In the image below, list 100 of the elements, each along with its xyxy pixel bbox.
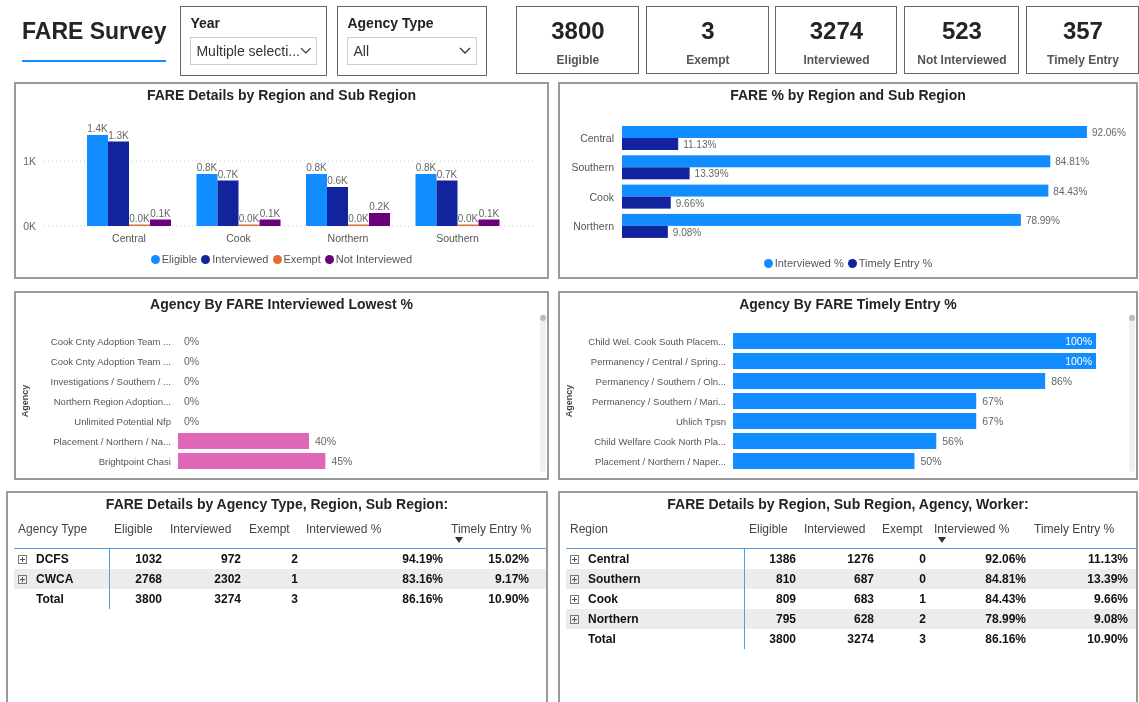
category-label: Permanency / Southern / Mari... xyxy=(591,396,726,407)
table-cell-text: 3 xyxy=(919,631,926,648)
table-cell-text: 78.99% xyxy=(985,611,1026,628)
category-label: Permanency / Central / Spring... xyxy=(590,356,726,367)
slicer-label: Year xyxy=(190,14,222,32)
data-label: 0.0K xyxy=(238,212,260,224)
data-label: 0% xyxy=(184,335,200,347)
legend-label: Exempt xyxy=(283,252,321,267)
data-label: 0.2K xyxy=(369,201,390,212)
column-header[interactable]: Timely Entry % xyxy=(1030,520,1132,548)
bar xyxy=(306,174,327,226)
dropdown[interactable]: Multiple selecti... xyxy=(190,37,318,65)
column-header[interactable]: Eligible xyxy=(110,520,166,548)
column-header[interactable]: Exempt xyxy=(878,520,930,548)
table-cell-text: 9.17% xyxy=(494,571,529,588)
table-cell-text: 2 xyxy=(291,551,298,568)
table-cell-text: 94.19% xyxy=(402,551,443,568)
table-row[interactable]: Northern 795 628 2 78.99% 9.08% xyxy=(566,609,1136,629)
table-cell-text: 3274 xyxy=(214,591,241,608)
table-cell-text: 84.81% xyxy=(985,571,1026,588)
legend-label: Timely Entry % xyxy=(858,256,933,271)
column-header[interactable]: Region xyxy=(566,520,745,548)
data-label: 0.0K xyxy=(457,212,479,224)
scrollbar[interactable] xyxy=(1128,314,1136,472)
expand-icon[interactable] xyxy=(570,614,579,624)
table-cell-text: 1386 xyxy=(769,551,796,568)
data-label: 78.99% xyxy=(1025,214,1060,226)
chevron-down-icon xyxy=(299,47,312,55)
expand-icon[interactable] xyxy=(570,574,579,584)
table-cell-text: 810 xyxy=(775,571,796,588)
table-cell-text: Total xyxy=(588,631,616,648)
column-header[interactable]: Interviewed xyxy=(166,520,245,548)
data-label: 0% xyxy=(184,415,200,427)
chart-title: FARE Details by Region, Sub Region, Agency, Worker: xyxy=(666,495,1030,514)
data-label: 100% xyxy=(1065,355,1092,367)
category-label: Child Welfare Cook North Pla... xyxy=(594,436,726,447)
table-cell-text: Cook xyxy=(588,591,618,608)
expand-icon[interactable] xyxy=(18,574,27,584)
table-row[interactable]: Southern 810 687 0 84.81% 13.39% xyxy=(566,569,1136,589)
y-tick-label: 0K xyxy=(23,220,36,232)
table-cell-text: 83.16% xyxy=(402,571,443,588)
legend-label: Eligible xyxy=(161,252,198,267)
expand-icon[interactable] xyxy=(18,554,27,564)
column-header[interactable]: Exempt xyxy=(245,520,302,548)
table-cell-text: 10.90% xyxy=(488,591,529,608)
category-label: Cook xyxy=(589,190,614,203)
chart-title: FARE Details by Agency Type, Region, Sub Region: xyxy=(104,495,450,514)
category-label: Uhlich Tpsn xyxy=(676,416,726,427)
data-label: 9.08% xyxy=(672,226,702,238)
data-label: 0.8K xyxy=(415,162,437,173)
table-cell-text: DCFS xyxy=(36,551,69,568)
table-cell-text: 972 xyxy=(220,551,241,568)
table-row[interactable]: CWCA 2768 2302 1 83.16% 9.17% xyxy=(14,569,546,589)
dropdown[interactable]: All xyxy=(347,37,478,65)
table-cell-text: 84.43% xyxy=(985,591,1026,608)
bar xyxy=(196,174,218,226)
category-label: Northern xyxy=(327,232,369,244)
bar xyxy=(415,174,437,226)
table-cell-text: 795 xyxy=(775,611,796,628)
column-header[interactable]: Interviewed xyxy=(800,520,878,548)
data-label: 0.7K xyxy=(436,168,458,180)
kpi-label: Not Interviewed xyxy=(917,52,1007,69)
y-tick-label: 1K xyxy=(23,155,36,167)
chart-title: Agency By FARE Timely Entry % xyxy=(738,295,958,314)
data-label: 40% xyxy=(315,435,336,447)
column-header[interactable]: Interviewed % xyxy=(930,520,1030,548)
chevron-down-icon xyxy=(459,47,472,55)
table-cell-text: 0 xyxy=(919,571,926,588)
data-label: 0.1K xyxy=(478,207,500,219)
data-label: 1.3K xyxy=(108,129,129,141)
table-cell-text: 11.13% xyxy=(1087,551,1128,568)
data-label: 0% xyxy=(184,395,200,407)
kpi-label: Exempt xyxy=(686,52,730,69)
table-cell-text: 0 xyxy=(919,551,926,568)
expand-icon[interactable] xyxy=(570,594,579,604)
data-label: 1.4K xyxy=(87,123,108,134)
column-header[interactable]: Eligible xyxy=(745,520,800,548)
table-cell-text: 3800 xyxy=(769,631,796,648)
table-cell-text: 2302 xyxy=(214,571,241,588)
table-cell-text: 9.08% xyxy=(1093,611,1128,628)
table-cell-text: 683 xyxy=(853,591,874,608)
data-label: 84.81% xyxy=(1055,156,1090,168)
column-header[interactable]: Agency Type xyxy=(14,520,110,548)
data-label: 67% xyxy=(982,395,1004,407)
data-label: 67% xyxy=(982,415,1004,427)
column-header[interactable]: Timely Entry % xyxy=(447,520,533,548)
kpi-label: Timely Entry xyxy=(1047,52,1119,69)
chart-title: FARE Details by Region and Sub Region xyxy=(145,86,418,105)
kpi-value: 3 xyxy=(701,17,715,45)
column-header[interactable]: Interviewed % xyxy=(302,520,447,548)
scrollbar[interactable] xyxy=(539,314,547,472)
table-cell-text: Northern xyxy=(588,611,639,628)
table-cell-text: 687 xyxy=(853,571,874,588)
data-label: 100% xyxy=(1065,335,1092,347)
table-cell-text: 1 xyxy=(291,571,298,588)
data-label: 0.8K xyxy=(196,162,218,173)
kpi-value: 3800 xyxy=(551,17,605,45)
category-label: Cook xyxy=(226,232,251,244)
data-label: 86% xyxy=(1051,375,1073,387)
expand-icon[interactable] xyxy=(570,554,579,564)
